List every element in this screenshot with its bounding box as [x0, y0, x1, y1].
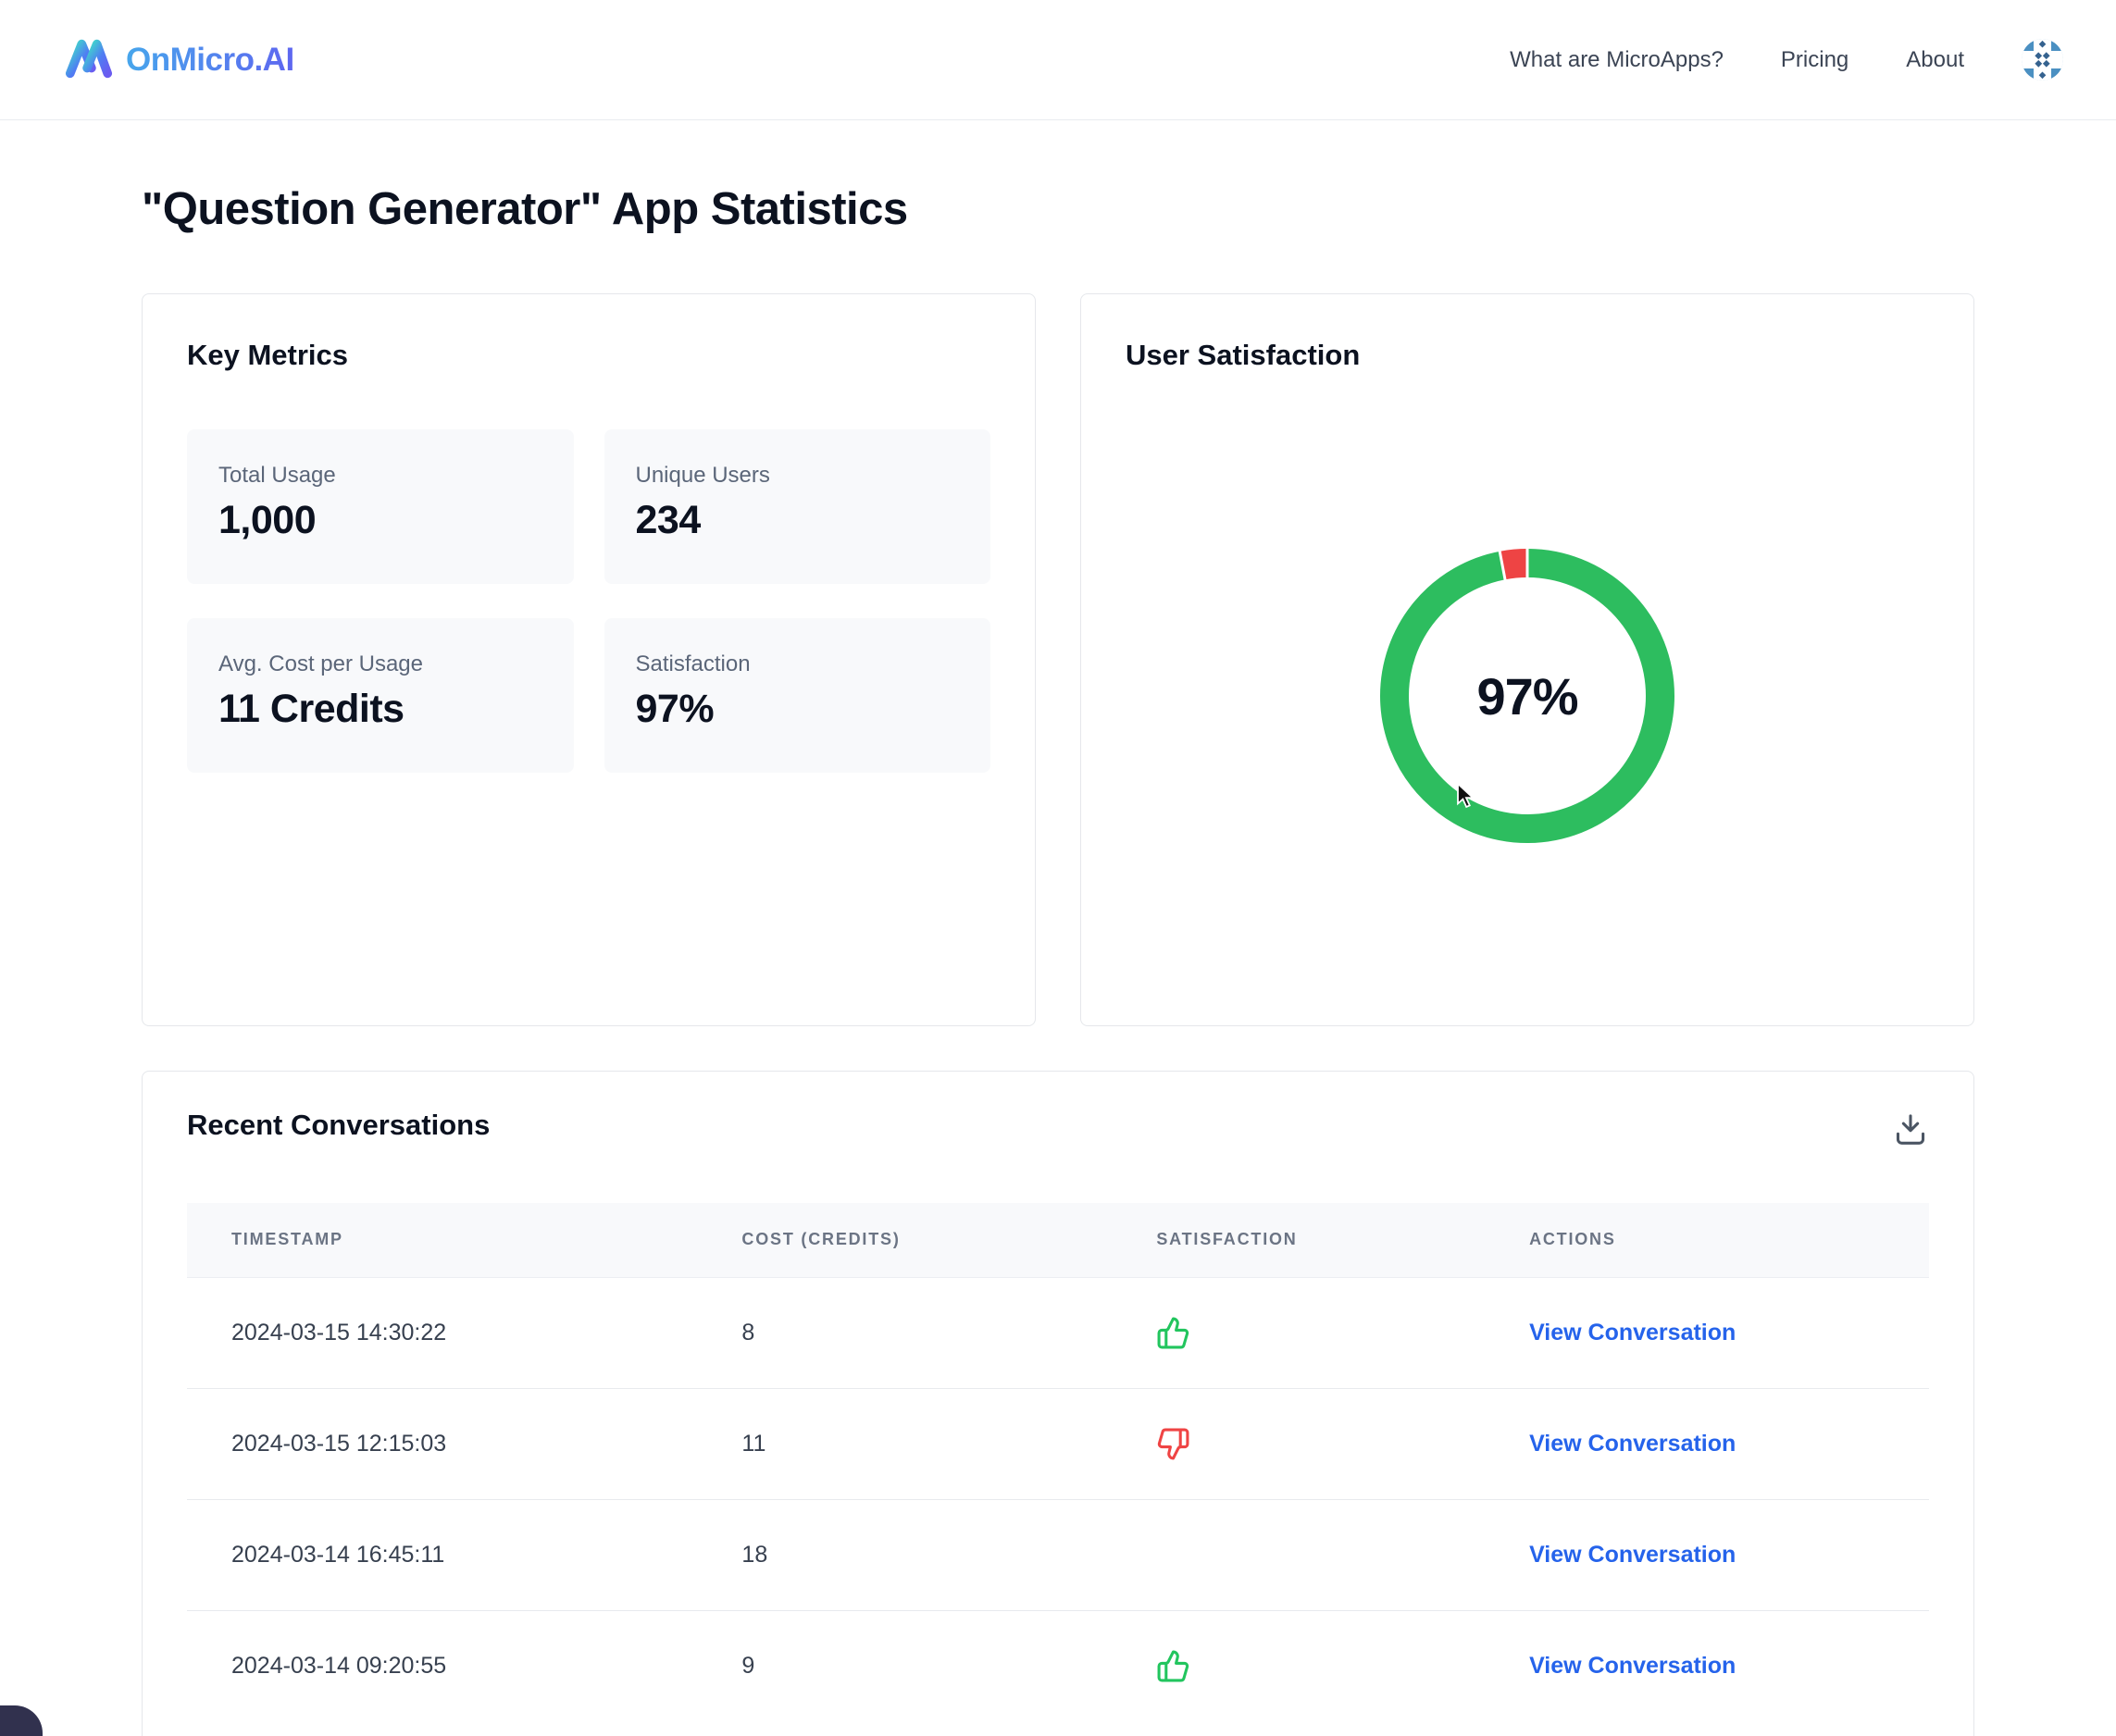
donut-center-label: 97% — [1379, 548, 1675, 844]
recent-conversations-card: Recent Conversations TIMESTAMP COST (CRE… — [142, 1071, 1974, 1736]
table-row: 2024-03-14 16:45:11 18 View Conversation — [187, 1499, 1929, 1610]
key-metrics-card: Key Metrics Total Usage 1,000 Unique Use… — [142, 293, 1036, 1026]
view-conversation-link[interactable]: View Conversation — [1529, 1431, 1736, 1457]
download-button[interactable] — [1892, 1110, 1929, 1150]
table-row: 2024-03-15 14:30:22 8 View Conversation — [187, 1277, 1929, 1388]
nav-link-pricing[interactable]: Pricing — [1781, 47, 1848, 73]
cell-cost: 8 — [697, 1277, 1112, 1388]
brand-name: OnMicro.AI — [126, 42, 294, 79]
corner-widget[interactable] — [0, 1705, 43, 1736]
top-navbar: OnMicro.AI What are MicroApps? Pricing A… — [0, 0, 2116, 120]
metric-value: 97% — [636, 687, 960, 732]
nav-link-about[interactable]: About — [1906, 47, 1964, 73]
nav-links: What are MicroApps? Pricing About — [1510, 39, 2063, 81]
key-metrics-heading: Key Metrics — [187, 339, 990, 372]
metric-value: 11 Credits — [218, 687, 542, 732]
stats-cards-row: Key Metrics Total Usage 1,000 Unique Use… — [142, 293, 1974, 1026]
col-header-timestamp: TIMESTAMP — [187, 1203, 697, 1277]
cell-actions: View Conversation — [1485, 1499, 1929, 1610]
metric-label: Unique Users — [636, 463, 960, 489]
table-row: 2024-03-15 12:15:03 11 View Conversation — [187, 1388, 1929, 1499]
metric-label: Satisfaction — [636, 651, 960, 677]
conversations-table: TIMESTAMP COST (CREDITS) SATISFACTION AC… — [187, 1203, 1929, 1721]
nav-link-what-are-microapps[interactable]: What are MicroApps? — [1510, 47, 1724, 73]
metric-value: 234 — [636, 498, 960, 543]
metric-label: Total Usage — [218, 463, 542, 489]
metric-label: Avg. Cost per Usage — [218, 651, 542, 677]
download-icon — [1892, 1110, 1929, 1147]
brand-logo-icon — [65, 35, 113, 84]
cell-cost: 18 — [697, 1499, 1112, 1610]
col-header-cost: COST (CREDITS) — [697, 1203, 1112, 1277]
cell-timestamp: 2024-03-15 12:15:03 — [187, 1388, 697, 1499]
main-content: "Question Generator" App Statistics Key … — [142, 183, 1974, 1736]
cell-satisfaction — [1112, 1277, 1485, 1388]
user-satisfaction-heading: User Satisfaction — [1126, 339, 1929, 372]
user-satisfaction-card: User Satisfaction 97% — [1080, 293, 1974, 1026]
metric-avg-cost: Avg. Cost per Usage 11 Credits — [187, 618, 574, 773]
cell-actions: View Conversation — [1485, 1277, 1929, 1388]
thumbs-down-icon — [1156, 1427, 1190, 1461]
cell-satisfaction — [1112, 1499, 1485, 1610]
view-conversation-link[interactable]: View Conversation — [1529, 1653, 1736, 1679]
view-conversation-link[interactable]: View Conversation — [1529, 1542, 1736, 1568]
col-header-actions: ACTIONS — [1485, 1203, 1929, 1277]
page-title: "Question Generator" App Statistics — [142, 183, 1974, 235]
thumbs-up-icon — [1156, 1649, 1190, 1683]
metric-unique-users: Unique Users 234 — [604, 429, 991, 584]
brand-logo[interactable]: OnMicro.AI — [65, 35, 294, 84]
thumbs-up-icon — [1156, 1316, 1190, 1350]
metric-total-usage: Total Usage 1,000 — [187, 429, 574, 584]
col-header-satisfaction: SATISFACTION — [1112, 1203, 1485, 1277]
metric-value: 1,000 — [218, 498, 542, 543]
cell-satisfaction — [1112, 1388, 1485, 1499]
cell-satisfaction — [1112, 1610, 1485, 1721]
cell-timestamp: 2024-03-14 16:45:11 — [187, 1499, 697, 1610]
cell-cost: 9 — [697, 1610, 1112, 1721]
cell-cost: 11 — [697, 1388, 1112, 1499]
cell-actions: View Conversation — [1485, 1610, 1929, 1721]
cell-actions: View Conversation — [1485, 1388, 1929, 1499]
cell-timestamp: 2024-03-15 14:30:22 — [187, 1277, 697, 1388]
view-conversation-link[interactable]: View Conversation — [1529, 1320, 1736, 1345]
user-avatar[interactable] — [2022, 39, 2063, 81]
table-header-row: TIMESTAMP COST (CREDITS) SATISFACTION AC… — [187, 1203, 1929, 1277]
satisfaction-donut-wrap: 97% — [1126, 548, 1929, 844]
key-metrics-grid: Total Usage 1,000 Unique Users 234 Avg. … — [187, 429, 990, 773]
cell-timestamp: 2024-03-14 09:20:55 — [187, 1610, 697, 1721]
recent-conversations-heading: Recent Conversations — [187, 1109, 490, 1142]
metric-satisfaction: Satisfaction 97% — [604, 618, 991, 773]
table-row: 2024-03-14 09:20:55 9 View Conversation — [187, 1610, 1929, 1721]
